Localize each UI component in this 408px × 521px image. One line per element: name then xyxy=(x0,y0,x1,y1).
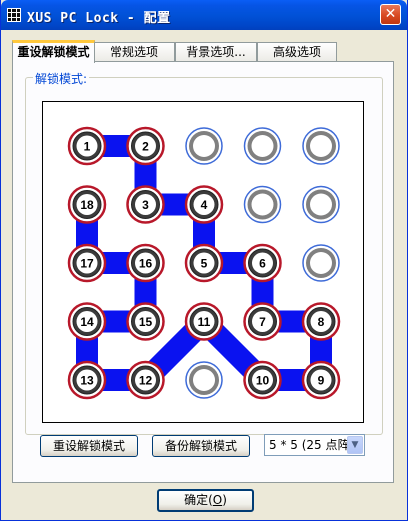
pattern-dot-number: 6 xyxy=(259,257,266,271)
pattern-dot-number: 17 xyxy=(80,257,94,271)
ok-label-suffix: ) xyxy=(222,493,227,507)
close-button[interactable]: ✕ xyxy=(380,4,401,25)
pattern-dot-idle-center xyxy=(310,135,332,157)
close-icon: ✕ xyxy=(384,6,397,22)
tab-background[interactable]: 背景选项... xyxy=(175,42,257,61)
pattern-dot-number: 4 xyxy=(201,198,208,212)
grid-size-select[interactable]: 5 * 5 (25 点阵) ▼ xyxy=(264,434,365,456)
pattern-dot-number: 14 xyxy=(80,315,94,329)
pattern-dot-number: 12 xyxy=(139,374,153,388)
reset-pattern-button[interactable]: 重设解锁模式 xyxy=(40,435,138,457)
title-bar[interactable]: XUS PC Lock - 配置 ✕ xyxy=(1,0,407,30)
pattern-dot-number: 3 xyxy=(142,198,149,212)
pattern-dot-number: 7 xyxy=(259,315,266,329)
pattern-dot-number: 9 xyxy=(318,374,325,388)
pattern-dot-number: 18 xyxy=(80,198,94,212)
pattern-dot-idle-center xyxy=(251,193,274,216)
tab-general[interactable]: 常规选项 xyxy=(93,42,175,61)
pattern-canvas[interactable]: 1 2 18 3 4 17 16 5 6 14 15 11 7 8 13 12 10 9 xyxy=(42,101,364,423)
pattern-drawing: 1 218 3 417 16 5 614 15 11 7 813 12 10 9 xyxy=(67,126,341,400)
pattern-dot-number: 2 xyxy=(142,140,149,154)
tab-panel: 解锁模式: 1 2 18 3 4 17 16 5 6 14 15 11 7 8 13 12 10 9 重设解锁模式… xyxy=(12,61,394,483)
pattern-dot-number: 5 xyxy=(201,257,208,271)
config-window: XUS PC Lock - 配置 ✕ 常规选项 背景选项... 高级选项 重设解… xyxy=(0,0,408,521)
pattern-dot-number: 13 xyxy=(80,374,94,388)
app-grid-icon xyxy=(7,8,21,22)
backup-pattern-button[interactable]: 备份解锁模式 xyxy=(152,435,250,457)
pattern-dot-number: 8 xyxy=(318,315,325,329)
ok-label-prefix: 确定( xyxy=(184,493,213,507)
chevron-down-icon[interactable]: ▼ xyxy=(347,436,363,454)
tab-advanced[interactable]: 高级选项 xyxy=(257,42,337,61)
ok-button[interactable]: 确定(O) xyxy=(157,489,254,512)
pattern-dot-number: 11 xyxy=(198,315,211,329)
pattern-dot-number: 15 xyxy=(139,315,153,329)
pattern-dot-number: 1 xyxy=(84,140,91,154)
group-label: 解锁模式: xyxy=(33,70,90,87)
pattern-dot-idle-center xyxy=(310,252,332,274)
grid-size-value: 5 * 5 (25 点阵) xyxy=(269,438,355,452)
pattern-dot-idle-center xyxy=(193,369,215,391)
tab-reset-pattern[interactable]: 重设解锁模式 xyxy=(12,40,95,63)
pattern-dot-idle-center xyxy=(193,135,215,157)
window-title: XUS PC Lock - 配置 xyxy=(27,11,171,26)
pattern-dot-number: 16 xyxy=(139,257,153,271)
pattern-dot-number: 10 xyxy=(256,374,270,388)
ok-accelerator-key: O xyxy=(212,493,223,507)
pattern-dot-idle-center xyxy=(251,135,274,157)
pattern-dot-idle-center xyxy=(310,193,332,216)
